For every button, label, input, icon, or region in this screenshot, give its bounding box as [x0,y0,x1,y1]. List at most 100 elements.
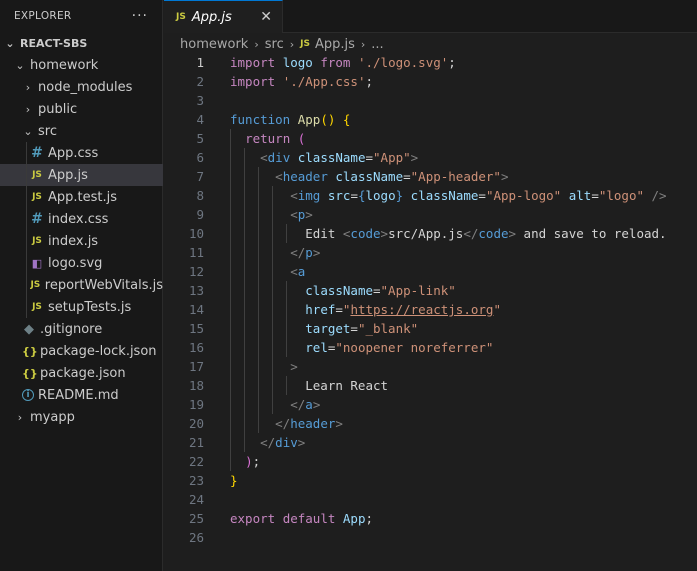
indent-guide [244,205,245,224]
tree-folder-public[interactable]: › public [0,98,163,120]
indent-guide [286,338,287,357]
code-line: 25 export default App; [164,509,697,528]
tab-label: App.js [191,9,232,25]
tree-file-index-js[interactable]: JS index.js [0,230,163,252]
code-line: 1 import logo from './logo.svg'; [164,53,697,72]
indent-guide [272,224,273,243]
line-number: 18 [188,378,204,393]
indent-guide [244,281,245,300]
indent-guide [230,148,231,167]
js-file-icon: JS [32,302,42,312]
indent-guide [26,208,27,230]
code-line: 20 </header> [164,414,697,433]
code-line: 10 Edit <code>src/App.js</code> and save… [164,224,697,243]
tree-file-app-js[interactable]: JS App.js [0,164,163,186]
code-line: 11 </p> [164,243,697,262]
indent-guide [230,452,231,471]
indent-guide [26,296,27,318]
indent-guide [272,281,273,300]
indent-guide [258,281,259,300]
indent-guide [230,281,231,300]
line-number: 9 [196,207,204,222]
tree-item-label: REACT-SBS [20,36,88,50]
breadcrumb-item-src[interactable]: src [265,37,284,52]
line-number: 10 [188,226,204,241]
indent-guide [244,300,245,319]
breadcrumb: homework › src › JS App.js › ... [164,33,697,55]
breadcrumb-item-homework[interactable]: homework [180,37,248,52]
line-number: 6 [196,150,204,165]
code-line: 15 target="_blank" [164,319,697,338]
tree-item-label: node_modules [38,79,133,95]
js-file-icon: JS [32,236,42,246]
tree-file-package-json[interactable]: {} package.json [0,362,163,384]
indent-guide [244,148,245,167]
code-line: 21 </div> [164,433,697,452]
indent-guide [244,167,245,186]
code-line: 17 > [164,357,697,376]
code-line: 16 rel="noopener noreferrer" [164,338,697,357]
indent-guide [272,338,273,357]
code-line: 14 href="https://reactjs.org" [164,300,697,319]
tree-folder-homework[interactable]: ⌄ homework [0,54,163,76]
tree-item-label: App.test.js [48,189,118,205]
tree-folder-node_modules[interactable]: › node_modules [0,76,163,98]
tab-app-js[interactable]: JS App.js ✕ [164,0,283,33]
tree-file--gitignore[interactable]: ◆ .gitignore [0,318,163,340]
tree-file-app-css[interactable]: # App.css [0,142,163,164]
more-actions-icon[interactable]: ··· [132,8,148,24]
code-text: import logo from './logo.svg'; [230,55,456,70]
indent-guide [258,243,259,262]
chevron-right-icon: › [25,102,31,116]
line-number: 3 [196,93,204,108]
code-line: 7 <header className="App-header"> [164,167,697,186]
js-file-icon: JS [300,39,310,49]
tree-file-logo-svg[interactable]: ◧ logo.svg [0,252,163,274]
breadcrumb-item-file[interactable]: App.js [315,37,355,52]
tree-item-label: src [38,123,57,139]
indent-guide [258,338,259,357]
chevron-down-icon: ⌄ [15,58,25,72]
indent-guide [272,186,273,205]
code-text: <img src={logo} className="App-logo" alt… [290,188,667,203]
line-number: 26 [188,530,204,545]
tree-folder-react-sbs[interactable]: ⌄ REACT-SBS [0,32,163,54]
line-number: 4 [196,112,204,127]
tree-folder-myapp[interactable]: › myapp [0,406,163,428]
code-text: <header className="App-header"> [275,169,509,184]
json-file-icon: {} [22,366,38,380]
chevron-right-icon: › [360,37,366,51]
tree-file-setuptests-js[interactable]: JS setupTests.js [0,296,163,318]
tree-item-label: myapp [30,409,75,425]
tree-item-label: package-lock.json [40,343,157,359]
close-icon[interactable]: ✕ [260,9,272,25]
tree-file-app-test-js[interactable]: JS App.test.js [0,186,163,208]
indent-guide [230,262,231,281]
tree-item-label: logo.svg [48,255,103,271]
code-editor[interactable]: 1 import logo from './logo.svg'; 2 import … [164,53,697,547]
code-text: <a [290,264,306,279]
indent-guide [230,167,231,186]
code-text: ); [245,454,261,469]
js-file-icon: JS [32,170,42,180]
tree-file-readme-md[interactable]: i README.md [0,384,163,406]
line-number: 20 [188,416,204,431]
breadcrumb-item-symbol[interactable]: ... [371,37,383,52]
code-line: 23} [164,471,697,490]
tree-file-index-css[interactable]: # index.css [0,208,163,230]
line-number: 21 [188,435,204,450]
explorer-title: EXPLORER [14,10,72,22]
indent-guide [244,224,245,243]
tree-file-reportwebvitals-js[interactable]: JS reportWebVitals.js [0,274,163,296]
tree-file-package-lock-json[interactable]: {} package-lock.json [0,340,163,362]
indent-guide [272,262,273,281]
code-text: </header> [275,416,343,431]
tree-folder-src[interactable]: ⌄ src [0,120,163,142]
js-file-icon: JS [176,12,186,22]
indent-guide [230,433,231,452]
indent-guide [230,414,231,433]
js-file-icon: JS [30,280,41,290]
line-number: 23 [188,473,204,488]
code-text: <div className="App"> [260,150,419,165]
indent-guide [230,129,231,148]
